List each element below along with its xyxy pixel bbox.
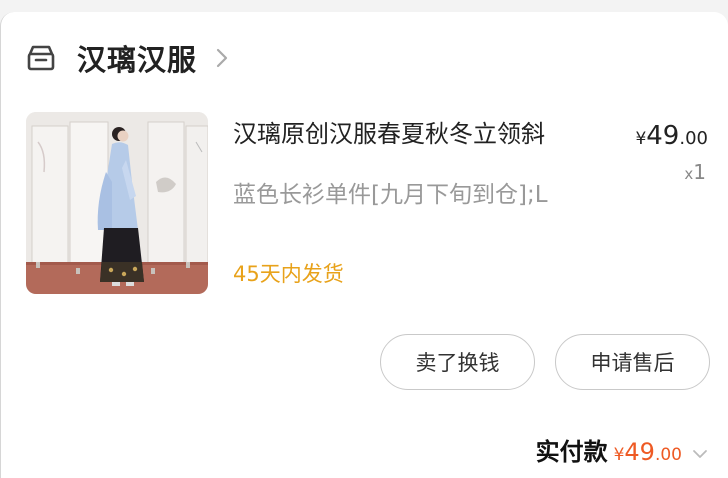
product-title[interactable]: 汉璃原创汉服春夏秋冬立领斜 [233,118,613,150]
total-currency: ¥ [613,445,625,465]
total-label: 实付款 [535,438,608,466]
shipping-note: 45天内发货 [233,262,344,286]
price-integer: 49 [646,121,680,151]
store-icon [27,45,55,71]
product-spec: 蓝色长衫单件[九月下旬到仓];L [233,182,548,208]
currency-symbol: ¥ [635,129,647,149]
order-card: 汉璃汉服 汉璃原创汉服春夏秋冬立领斜 ¥49.00 x1 蓝色长衫单件[九月下旬… [0,12,728,478]
price-decimal: .00 [679,128,708,149]
product-price: ¥49.00 [635,121,708,151]
chevron-right-icon [216,48,228,68]
store-header[interactable]: 汉璃汉服 [25,38,231,78]
store-name[interactable]: 汉璃汉服 [77,37,197,79]
after-sale-button[interactable]: 申请售后 [555,334,710,390]
quantity-prefix: x [684,165,694,183]
chevron-down-icon[interactable] [692,448,708,460]
quantity-value: 1 [693,160,706,184]
product-image[interactable] [26,112,208,294]
total-decimal: .00 [654,445,682,465]
product-quantity: x1 [684,160,706,184]
total-integer: 49 [624,438,655,466]
sell-button[interactable]: 卖了换钱 [380,334,535,390]
total-paid[interactable]: 实付款 ¥49.00 [536,432,708,476]
